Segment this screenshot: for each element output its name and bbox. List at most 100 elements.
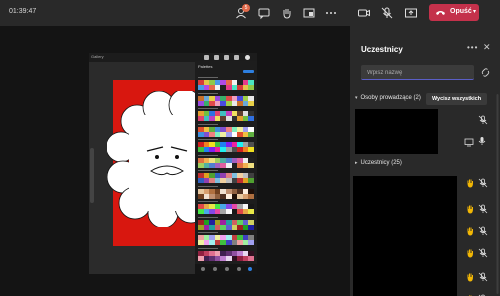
- chevron-down-icon: ▾: [355, 95, 358, 101]
- microphone-button[interactable]: [380, 6, 394, 20]
- color-swatch: [248, 131, 254, 137]
- palette-block: [198, 231, 254, 245]
- palette-swatch-row: [198, 224, 254, 230]
- color-swatch: [248, 224, 254, 230]
- palette-swatch-row: [198, 147, 254, 152]
- hang-up-icon: [436, 11, 445, 15]
- presenter-mic-off-icon: [478, 115, 488, 125]
- chevron-down-icon[interactable]: ▾: [473, 8, 476, 15]
- palette-swatch-row: [198, 162, 254, 168]
- new-palette-button: [243, 70, 254, 73]
- chat-icon: [258, 8, 270, 20]
- presenter-video-tile: [355, 109, 438, 154]
- share-icon: [405, 8, 417, 18]
- palettes-title: Palettes: [198, 64, 213, 69]
- palette-block: [198, 92, 254, 106]
- palette-block: [198, 107, 254, 121]
- brush-size-slider: [90, 148, 94, 203]
- raised-hand-icon: [465, 248, 475, 258]
- color-swatch: [248, 85, 254, 90]
- raised-hand-icon: [465, 226, 475, 236]
- layers-icon: [234, 55, 239, 60]
- raise-hand-icon: [283, 9, 291, 19]
- palette-block: [198, 200, 254, 214]
- attendee-mic-off-icon: [478, 272, 488, 282]
- rooms-icon: [303, 8, 315, 18]
- color-swatch: [248, 116, 254, 121]
- presenter-mic-on-icon: [477, 136, 487, 146]
- presenters-label: Osoby prowadzące (2): [360, 95, 421, 101]
- meeting-toolbar: 01:39:47 5 Opuść ▾: [0, 0, 500, 26]
- participants-panel: Uczestnicy ••• ✕ ▾Osoby prowadzące (2) W…: [350, 26, 500, 296]
- share-screen-button[interactable]: [404, 6, 418, 20]
- palette-block: [198, 76, 254, 90]
- sharing-screen-icon: [464, 137, 474, 147]
- panel-scrollbar[interactable]: [496, 94, 499, 294]
- presenters-header[interactable]: ▾ Osoby prowadzące (2): [355, 95, 421, 101]
- palette-swatch-row: [198, 193, 254, 199]
- palette-swatch-row: [198, 85, 254, 90]
- palette-swatch-row: [198, 178, 254, 183]
- raised-hand-icon: [465, 272, 475, 282]
- palette-swatch-row: [198, 131, 254, 137]
- participants-badge: 5: [242, 4, 250, 12]
- eraser-tool-icon: [224, 55, 229, 60]
- camera-icon: [358, 9, 370, 17]
- leave-button[interactable]: Opuść ▾: [429, 4, 479, 21]
- meeting-timer: 01:39:47: [9, 8, 37, 15]
- palette-block: [198, 247, 254, 261]
- chat-button[interactable]: [257, 6, 271, 20]
- shared-screen: Gallery Palettes: [89, 53, 257, 274]
- color-picker-icon: [245, 55, 250, 60]
- brush-tool-icon: [204, 55, 209, 60]
- palette-swatch-row: [198, 255, 254, 261]
- mic-off-icon: [381, 7, 393, 19]
- color-swatch: [248, 209, 254, 214]
- smudge-tool-icon: [214, 55, 219, 60]
- palette-block: [198, 138, 254, 152]
- chevron-down-icon: ▸: [355, 160, 358, 166]
- attendee-mic-off-icon: [478, 226, 488, 236]
- color-swatch: [248, 193, 254, 199]
- palette-swatch-row: [198, 100, 254, 106]
- color-swatch: [248, 178, 254, 183]
- leave-label: Opuść: [450, 8, 472, 15]
- search-input[interactable]: [367, 68, 467, 77]
- attendees-label: Uczestnicy (25): [360, 160, 402, 166]
- raised-hand-icon: [465, 178, 475, 188]
- palette-swatch-row: [198, 240, 254, 245]
- palette-block: [198, 185, 254, 199]
- color-swatch: [248, 147, 254, 152]
- palette-block: [198, 123, 254, 137]
- mute-all-button[interactable]: Wycisz wszystkich: [426, 93, 487, 105]
- share-invite-icon[interactable]: [481, 68, 490, 77]
- gallery-link: Gallery: [91, 54, 104, 59]
- attendee-mic-off-icon: [478, 178, 488, 188]
- palette-swatch-row: [198, 209, 254, 214]
- color-swatch: [248, 100, 254, 106]
- meeting-stage: Gallery Palettes: [0, 26, 350, 296]
- color-swatch: [248, 240, 254, 245]
- close-icon[interactable]: ✕: [483, 42, 491, 53]
- attendee-mic-off-icon: [478, 248, 488, 258]
- palette-block: [198, 154, 254, 168]
- more-icon: [326, 12, 336, 14]
- search-box: [361, 65, 474, 80]
- attendee-mic-off-icon: [478, 204, 488, 214]
- palette-bottom-bar: [195, 264, 257, 274]
- palette-block: [198, 169, 254, 183]
- color-swatch: [248, 162, 254, 168]
- raised-hand-icon: [465, 204, 475, 214]
- raise-hand-button[interactable]: [280, 6, 294, 20]
- panel-title: Uczestnicy: [361, 45, 403, 54]
- palettes-panel: Palettes: [195, 61, 257, 274]
- more-actions-button[interactable]: [324, 6, 338, 20]
- panel-more-icon[interactable]: •••: [467, 43, 478, 52]
- camera-button[interactable]: [357, 6, 371, 20]
- palette-swatch-row: [198, 116, 254, 121]
- attendees-header[interactable]: ▸ Uczestnicy (25): [355, 160, 402, 166]
- color-swatch: [248, 255, 254, 261]
- attendees-video-tile: [353, 176, 457, 296]
- palette-block: [198, 216, 254, 230]
- breakout-rooms-button[interactable]: [302, 6, 316, 20]
